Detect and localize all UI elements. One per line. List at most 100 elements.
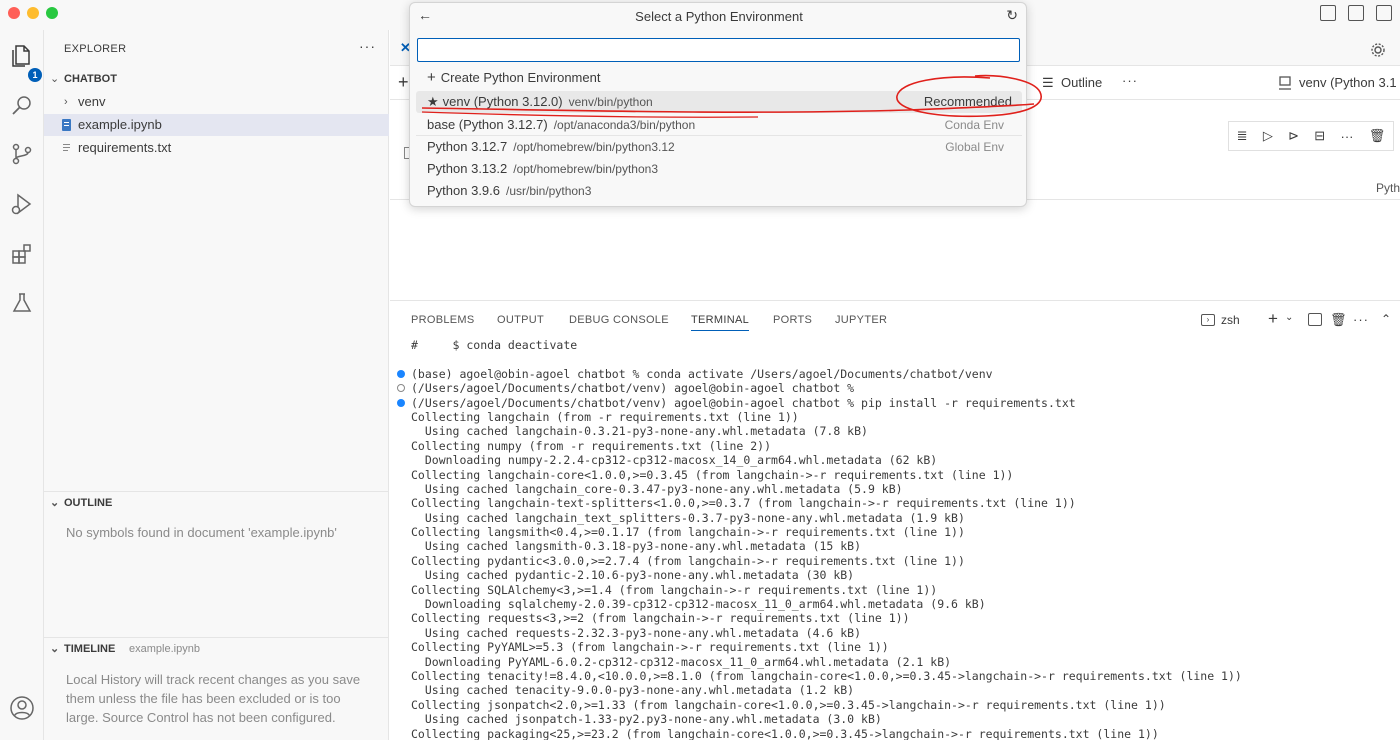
terminal-line: Downloading PyYAML-6.0.2-cp312-cp312-mac… <box>411 655 1396 669</box>
terminal-line: Collecting langchain-text-splitters<1.0.… <box>411 496 1396 510</box>
bottom-panel: PROBLEMS OUTPUT DEBUG CONSOLE TERMINAL P… <box>390 300 1400 740</box>
terminal-line: Collecting PyYAML>=5.3 (from langchain->… <box>411 640 1396 654</box>
star-icon: ★ <box>427 94 439 109</box>
close-window-button[interactable] <box>8 7 20 19</box>
terminal-line-text: Using cached langchain-0.3.21-py3-none-a… <box>411 424 868 439</box>
terminal-line-text: (base) agoel@obin-agoel chatbot % conda … <box>411 366 993 381</box>
tab-problems[interactable]: PROBLEMS <box>411 314 475 326</box>
kill-terminal-icon[interactable]: 🗑 <box>1330 312 1347 328</box>
run-by-line-icon[interactable]: ≣ <box>1237 128 1248 144</box>
sidebar-more-button[interactable]: ··· <box>359 38 376 54</box>
create-environment-item[interactable]: + Create Python Environment <box>416 67 1022 89</box>
command-decoration-icon[interactable] <box>397 369 405 378</box>
toggle-panel-icon[interactable] <box>1376 5 1392 21</box>
terminal-line: # $ conda deactivate <box>411 338 1396 352</box>
terminal-line-text: Using cached requests-2.32.3-py3-none-an… <box>411 625 862 640</box>
activity-bar: 1 <box>0 30 44 740</box>
delete-cell-icon[interactable]: 🗑 <box>1369 128 1386 144</box>
execute-above-icon[interactable]: ▷ <box>1263 128 1273 144</box>
toggle-sidebar-icon[interactable] <box>1348 5 1364 21</box>
terminal-line-text: Collecting packaging<25,>=23.2 (from lan… <box>411 726 1159 740</box>
tab-jupyter[interactable]: JUPYTER <box>835 314 887 326</box>
run-debug-icon[interactable] <box>6 188 38 220</box>
folder-name: CHATBOT <box>64 73 117 85</box>
chevron-down-icon: ⌄ <box>50 497 60 509</box>
cell-more-icon[interactable]: ··· <box>1340 129 1353 144</box>
environment-path: /usr/bin/python3 <box>506 184 592 198</box>
terminal-line-text: Collecting langchain (from -r requiremen… <box>411 409 799 424</box>
maximize-window-button[interactable] <box>46 7 58 19</box>
cell-language-label[interactable]: Pyth <box>1376 181 1400 195</box>
terminal-line-text: (/Users/agoel/Documents/chatbot/venv) ag… <box>411 381 855 396</box>
environment-item-python-3-13-2[interactable]: Python 3.13.2/opt/homebrew/bin/python3 <box>416 158 1022 180</box>
account-icon[interactable] <box>6 692 38 724</box>
tab-terminal[interactable]: TERMINAL <box>691 314 750 331</box>
environment-type: Global Env <box>945 140 1004 154</box>
environment-search-input[interactable] <box>417 38 1020 62</box>
explorer-badge: 1 <box>28 68 42 82</box>
terminal-line: Using cached pydantic-2.10.6-py3-none-an… <box>411 568 1396 582</box>
chevron-down-icon[interactable]: ⌄ <box>1285 312 1293 323</box>
environment-path: /opt/homebrew/bin/python3 <box>513 162 658 176</box>
terminal-line-text: Downloading sqlalchemy-2.0.39-cp312-cp31… <box>411 597 986 612</box>
folder-header[interactable]: ⌄ CHATBOT <box>44 68 389 90</box>
split-cell-icon[interactable]: ⊟ <box>1314 128 1325 144</box>
outline-section-header[interactable]: ⌄ OUTLINE <box>44 492 389 514</box>
settings-gear-icon[interactable] <box>1370 42 1386 58</box>
terminal-line-text: Downloading PyYAML-6.0.2-cp312-cp312-mac… <box>411 654 952 669</box>
plus-icon: + <box>427 69 436 86</box>
environment-item-python-3-12-7[interactable]: Python 3.12.7/opt/homebrew/bin/python3.1… <box>416 136 1022 158</box>
search-icon[interactable] <box>6 89 38 121</box>
chevron-right-icon: › <box>64 96 68 108</box>
source-control-icon[interactable] <box>6 138 38 170</box>
tree-item-requirements[interactable]: requirements.txt <box>44 137 389 159</box>
terminal-line-text: Collecting langsmith<0.4,>=0.1.17 (from … <box>411 525 965 540</box>
terminal-line-text: Collecting tenacity!=8.4.0,<10.0.0,>=8.1… <box>411 668 1242 683</box>
terminal-line: Collecting langsmith<0.4,>=0.1.17 (from … <box>411 525 1396 539</box>
terminal-line-text: Using cached langchain_core-0.3.47-py3-n… <box>411 481 903 496</box>
command-decoration-icon[interactable] <box>397 398 405 407</box>
customize-layout-icon[interactable] <box>1320 5 1336 21</box>
quickpick-title: Select a Python Environment <box>635 9 803 24</box>
testing-icon[interactable] <box>6 287 38 319</box>
terminal-output[interactable]: # $ conda deactivate (base) agoel@obin-ag… <box>397 338 1396 740</box>
new-terminal-icon[interactable]: + <box>1268 309 1278 329</box>
terminal-line-text: # $ conda deactivate <box>411 338 578 352</box>
environment-item-python-3-9-6[interactable]: Python 3.9.6/usr/bin/python3 <box>416 180 1022 202</box>
refresh-icon[interactable]: ↻ <box>1006 7 1018 24</box>
terminal-line: Downloading numpy-2.2.4-cp312-cp312-maco… <box>411 453 1396 467</box>
execute-below-icon[interactable]: ⊳ <box>1288 128 1299 144</box>
environment-item-base[interactable]: base (Python 3.12.7) /opt/anaconda3/bin/p… <box>416 114 1022 136</box>
tree-item-example-ipynb[interactable]: example.ipynb <box>44 114 389 136</box>
tab-output[interactable]: OUTPUT <box>497 314 544 326</box>
terminal-line-text: Collecting langchain-core<1.0.0,>=0.3.45… <box>411 467 1014 482</box>
terminal-line-text: Collecting jsonpatch<2.0,>=1.33 (from la… <box>411 697 1166 712</box>
tab-debug-console[interactable]: DEBUG CONSOLE <box>569 314 669 326</box>
command-decoration-icon[interactable] <box>397 384 405 393</box>
outline-list-icon[interactable]: ☰ <box>1042 75 1054 91</box>
recommended-label: Recommended <box>923 94 1012 109</box>
terminal-line: Collecting SQLAlchemy<3,>=1.4 (from lang… <box>411 583 1396 597</box>
split-terminal-icon[interactable] <box>1308 313 1322 326</box>
toolbar-more-button[interactable]: ··· <box>1122 73 1138 88</box>
timeline-section-header[interactable]: ⌄ TIMELINE example.ipynb <box>44 638 389 660</box>
terminal-shell-label[interactable]: zsh <box>1221 313 1240 327</box>
environment-item-venv[interactable]: ★ venv (Python 3.12.0) venv/bin/python Rec… <box>416 91 1022 113</box>
minimize-window-button[interactable] <box>27 7 39 19</box>
terminal-line-text: Using cached jsonpatch-1.33-py2.py3-none… <box>411 712 882 727</box>
outline-button[interactable]: Outline <box>1061 75 1102 90</box>
extensions-icon[interactable] <box>6 238 38 270</box>
maximize-panel-icon[interactable]: ⌃ <box>1381 312 1391 326</box>
chevron-down-icon: ⌄ <box>50 73 60 85</box>
add-cell-icon[interactable]: + <box>398 72 409 93</box>
terminal-icon: › <box>1201 314 1215 326</box>
terminal-line: Using cached jsonpatch-1.33-py2.py3-none… <box>411 712 1396 726</box>
panel-more-icon[interactable]: ··· <box>1353 312 1369 327</box>
terminal-line-text: Using cached pydantic-2.10.6-py3-none-an… <box>411 568 855 583</box>
kernel-picker-button[interactable]: venv (Python 3.1 <box>1299 75 1397 90</box>
tab-ports[interactable]: PORTS <box>773 314 812 326</box>
outline-empty-message: No symbols found in document 'example.ip… <box>66 525 337 540</box>
explorer-icon[interactable]: 1 <box>6 40 42 82</box>
environment-name: Python 3.13.2 <box>427 161 508 176</box>
tree-item-venv[interactable]: › venv <box>44 91 389 113</box>
